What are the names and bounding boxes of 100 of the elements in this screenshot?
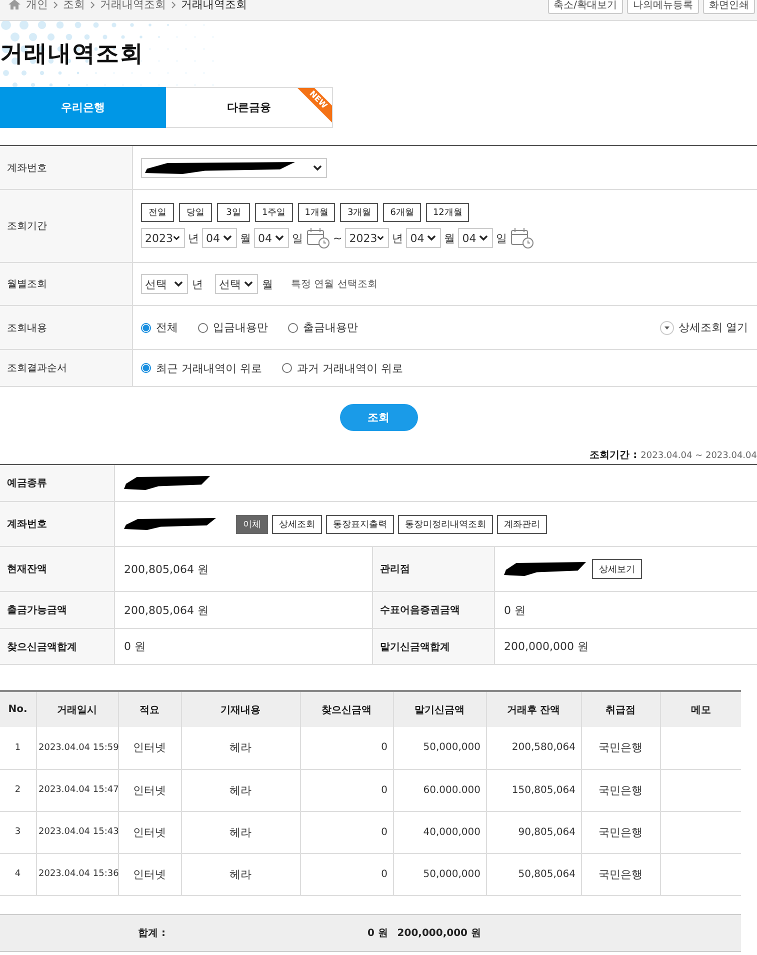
month-dropdown[interactable]: 선택 [215,274,258,294]
table-cell: 인터넷 [118,811,181,853]
caret-icon [174,281,183,287]
column-header: 거래후 잔액 [486,691,581,727]
unit-label: 일 [496,230,508,246]
account-dropdown[interactable] [141,158,327,178]
table-cell: 1 [0,727,36,769]
field-label: 조회내용 [0,306,133,349]
action-button[interactable]: 상세조회 [272,514,322,534]
radio-option[interactable]: 과거 거래내역이 위로 [282,360,403,376]
table-cell: 4 [0,853,36,895]
home-icon [8,0,21,10]
calendar-icon [510,227,534,249]
table-cell: 국민은행 [581,727,660,769]
table-cell: 3 [0,811,36,853]
table-cell: 2023.04.04 15:43 [36,811,118,853]
month-dropdown[interactable]: 04 [202,228,237,248]
field-label: 맡기신금액합계 [372,629,495,664]
table-cell: 헤라 [181,811,300,853]
column-header: 취급점 [581,691,660,727]
field-label: 조회기간 [0,190,133,262]
period-button[interactable]: 전일 [141,203,174,222]
caret-icon [313,164,322,170]
breadcrumb-link[interactable]: 거래내역조회 [181,0,247,12]
expand-icon [660,320,674,334]
column-header: 기재내용 [181,691,300,727]
table-cell: 0 [300,853,393,895]
year-dropdown[interactable]: 선택 [141,274,188,294]
action-button[interactable]: 통장미정리내역조회 [398,514,493,534]
period-button[interactable]: 3개월 [340,203,378,222]
unit-label: 년 [392,230,404,246]
table-cell: 150,805,064 [486,769,581,811]
caret-icon [479,235,488,241]
period-button[interactable]: 1주일 [255,203,293,222]
column-header: 메모 [660,691,741,727]
caret-icon [377,235,384,241]
action-button[interactable]: 계좌관리 [497,514,547,534]
table-cell: 헤라 [181,727,300,769]
chevron-icon [90,0,95,8]
field-label: 찾으신금액합계 [0,629,115,664]
radio-option[interactable]: 입금내용만 [198,320,268,335]
toolbar-button[interactable]: 화면인쇄 [703,0,755,14]
field-label: 월별조회 [0,263,133,305]
period-button[interactable]: 당일 [179,203,212,222]
table-cell: 2023.04.04 15:36 [36,853,118,895]
totals-label: 합계 : [138,926,166,940]
table-cell: 0 [300,727,393,769]
column-header: 적요 [118,691,181,727]
field-value: 200,805,064 원 [124,602,208,618]
breadcrumb-link[interactable]: 거래내역조회 [100,0,166,12]
period-button[interactable]: 3일 [217,203,250,222]
table-cell: 90,805,064 [486,811,581,853]
page-title: 거래내역조회 [0,40,144,69]
field-value: 200,000,000 원 [504,639,588,654]
action-button[interactable]: 이체 [236,514,268,534]
caret-icon [275,235,284,241]
caret-icon [223,235,232,241]
toolbar-button[interactable]: 축소/확대보기 [548,0,623,14]
breadcrumb-link[interactable]: 개인 [26,0,48,12]
column-header: No. [0,691,36,727]
radio-option[interactable]: 최근 거래내역이 위로 [141,360,262,376]
table-cell: 인터넷 [118,727,181,769]
hint-text: 특정 연월 선택조회 [291,278,378,291]
total-withdrawal: 0 원 [366,926,388,940]
field-label: 현재잔액 [0,547,115,591]
table-cell: 200,580,064 [486,727,581,769]
unit-label: 일 [292,230,303,246]
table-cell: 50,000,000 [393,727,486,769]
field-value: 0 원 [124,639,146,654]
month-dropdown[interactable]: 04 [406,228,442,248]
toolbar-button[interactable]: 나의메뉴등록 [627,0,699,14]
radio-option[interactable]: 전체 [141,320,178,335]
day-dropdown[interactable]: 04 [458,228,494,248]
table-cell: 국민은행 [581,853,660,895]
table-cell: 인터넷 [118,769,181,811]
field-label: 수표어음증권금액 [372,592,495,628]
table-cell: 2023.04.04 15:59 [36,727,118,769]
field-value: 0 원 [504,602,526,618]
unit-label: 년 [188,230,199,246]
caret-icon [427,235,436,241]
unit-label: 년 [192,276,203,292]
period-button[interactable]: 12개월 [426,203,470,222]
breadcrumb-link[interactable]: 조회 [63,0,85,12]
table-cell: 인터넷 [118,853,181,895]
radio-option[interactable]: 출금내용만 [288,320,358,335]
period-button[interactable]: 6개월 [383,203,421,222]
table-cell: 2 [0,769,36,811]
period-button[interactable]: 1개월 [298,203,336,222]
unit-label: 월 [262,276,273,292]
field-label: 조회결과순서 [0,350,133,386]
action-button[interactable]: 통장표지출력 [326,514,394,534]
table-cell: 40,000,000 [393,811,486,853]
detail-button[interactable]: 상세보기 [592,559,642,579]
detail-toggle-link[interactable]: 상세조회 열기 [660,320,757,335]
caret-icon [173,235,180,241]
table-cell: 국민은행 [581,769,660,811]
day-dropdown[interactable]: 04 [254,228,289,248]
year-dropdown[interactable]: 2023 [345,228,390,248]
field-label: 출금가능금액 [0,592,115,628]
year-dropdown[interactable]: 2023 [141,228,185,248]
